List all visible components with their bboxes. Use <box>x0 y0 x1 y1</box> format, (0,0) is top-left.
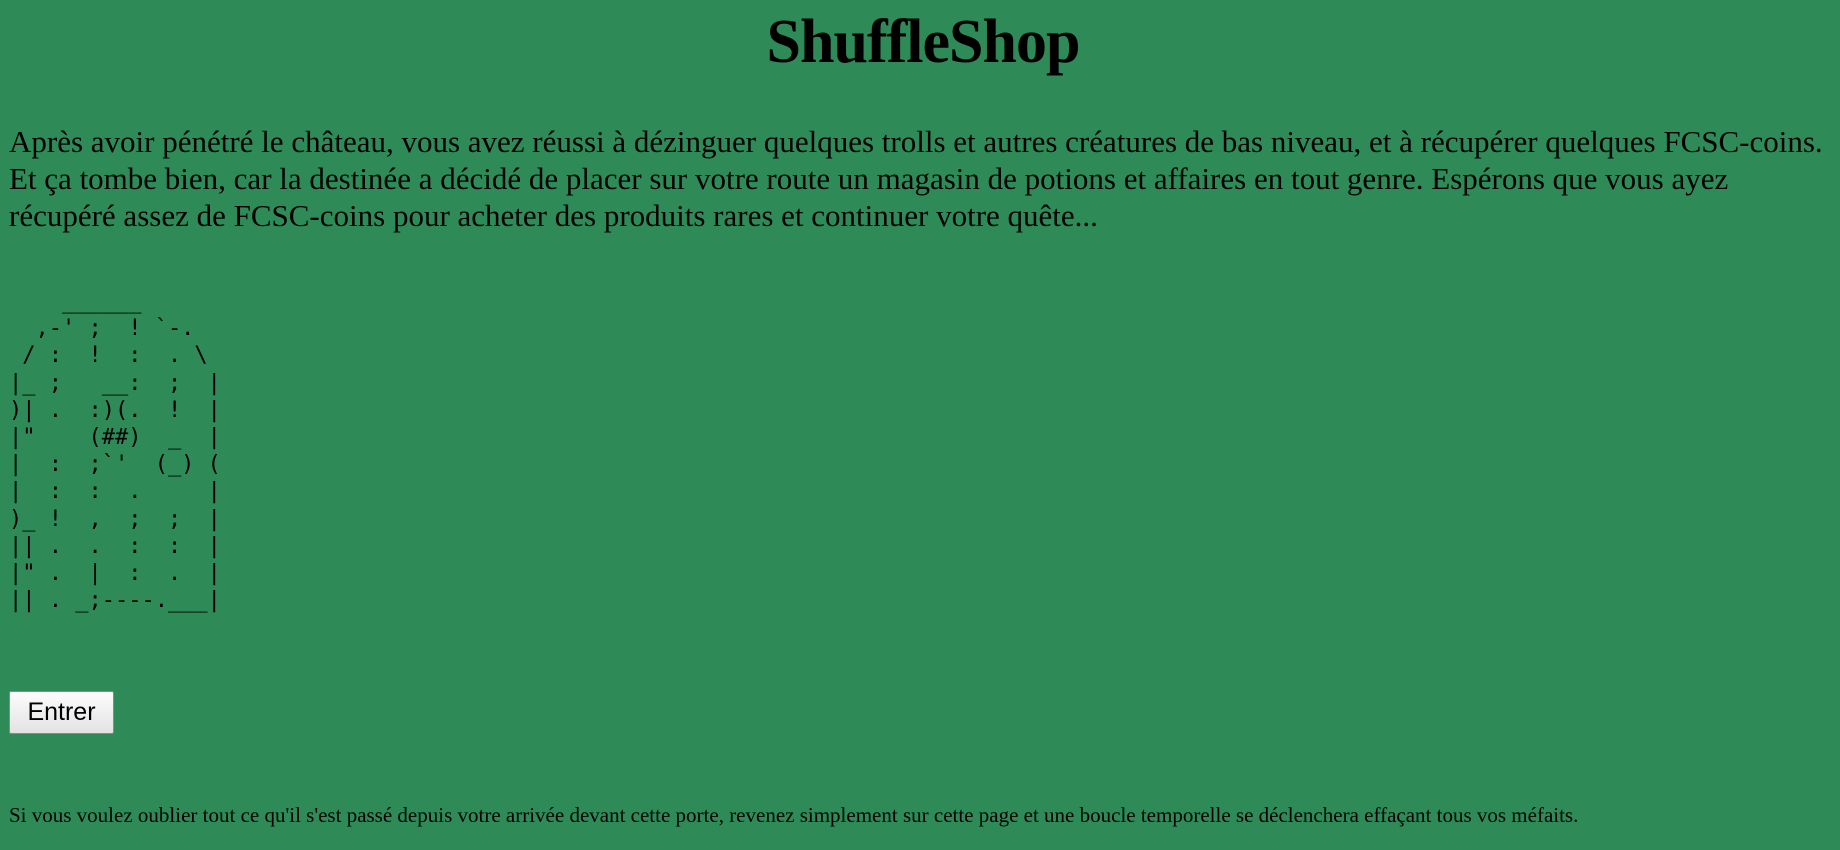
ascii-door-art: ______ ,-' ; ! `-. / : ! : . \ |_ ; __: … <box>9 289 221 614</box>
intro-text: Après avoir pénétré le château, vous ave… <box>9 124 1823 233</box>
enter-button[interactable]: Entrer <box>9 691 114 734</box>
reset-note: Si vous voulez oublier tout ce qu'il s'e… <box>9 803 1579 827</box>
page-title: ShuffleShop <box>766 8 1081 76</box>
